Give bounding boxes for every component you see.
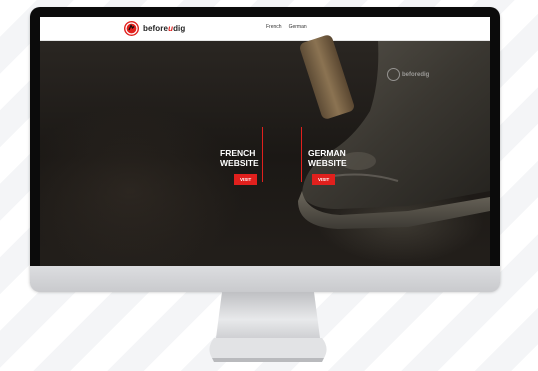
panel-divider-left <box>262 127 263 182</box>
german-visit-button[interactable]: VISIT <box>312 174 336 185</box>
watermark-icon <box>387 68 400 81</box>
logo-text: beforeudig <box>143 24 186 33</box>
nav-item-french[interactable]: French <box>266 24 282 30</box>
german-website-title: GERMAN WEBSITE <box>308 148 347 168</box>
site-header: beforeudig French German <box>40 17 490 41</box>
boot-image <box>298 41 490 229</box>
watermark-text: beforedig <box>402 71 430 78</box>
german-website-panel: GERMAN WEBSITE VISIT <box>308 148 347 186</box>
french-website-panel: FRENCH WEBSITE VISIT <box>220 148 259 186</box>
hero-banner: beforedig <box>40 33 490 272</box>
panel-divider-right <box>301 127 302 182</box>
monitor-screen: beforeudig French German beforedig FRENC… <box>40 17 490 272</box>
monitor-chin <box>30 266 500 292</box>
main-nav: French German <box>266 24 307 30</box>
monitor-stand <box>209 292 327 362</box>
french-website-title: FRENCH WEBSITE <box>220 148 259 168</box>
monitor-frame: beforeudig French German beforedig FRENC… <box>30 7 500 290</box>
french-visit-button[interactable]: VISIT <box>234 174 258 185</box>
site-logo[interactable]: beforeudig <box>124 21 185 36</box>
logo-icon <box>124 21 139 36</box>
nav-item-german[interactable]: German <box>289 24 307 30</box>
watermark-logo: beforedig <box>387 68 429 81</box>
